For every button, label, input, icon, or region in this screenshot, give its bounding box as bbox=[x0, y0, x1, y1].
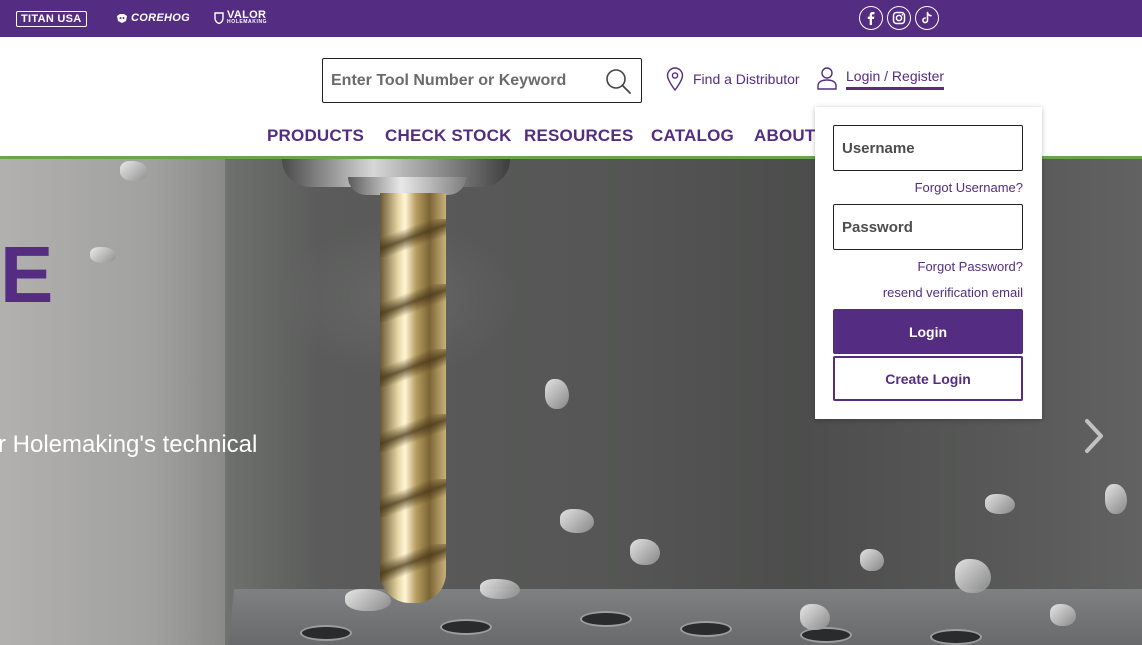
hero-headline: E bbox=[0, 230, 54, 319]
metal-chip bbox=[630, 539, 660, 565]
nav-products[interactable]: PRODUCTS bbox=[267, 126, 364, 146]
username-field[interactable] bbox=[834, 126, 1022, 170]
find-distributor-label: Find a Distributor bbox=[693, 71, 800, 87]
facebook-icon bbox=[867, 12, 875, 25]
metal-chip bbox=[860, 549, 884, 571]
resend-verification-link[interactable]: resend verification email bbox=[883, 285, 1023, 300]
nav-check-stock[interactable]: CHECK STOCK bbox=[385, 126, 512, 146]
metal-chip bbox=[120, 161, 148, 181]
tiktok-icon bbox=[922, 11, 932, 24]
password-field[interactable] bbox=[834, 205, 1022, 249]
metal-chip bbox=[985, 494, 1015, 514]
boar-icon bbox=[117, 13, 127, 23]
hero-subtext: r Holemaking's technical bbox=[0, 431, 258, 458]
forgot-username-link[interactable]: Forgot Username? bbox=[915, 180, 1023, 195]
instagram-icon bbox=[892, 11, 906, 25]
chevron-right-icon[interactable] bbox=[1082, 418, 1106, 454]
login-register-link[interactable]: Login / Register bbox=[816, 66, 945, 90]
valor-holemaking-logo[interactable]: VALOR HOLEMAKING bbox=[214, 10, 268, 25]
metal-chip bbox=[955, 559, 991, 593]
create-login-button[interactable]: Create Login bbox=[833, 356, 1023, 401]
find-distributor-link[interactable]: Find a Distributor bbox=[666, 67, 800, 91]
workpiece-hole bbox=[680, 621, 732, 637]
metal-chip bbox=[800, 604, 830, 630]
metal-chip bbox=[545, 379, 569, 409]
workpiece-hole bbox=[930, 629, 982, 645]
facebook-link[interactable] bbox=[859, 6, 883, 30]
metal-chip bbox=[1050, 604, 1076, 626]
search-icon[interactable] bbox=[604, 67, 632, 95]
drill-flute bbox=[380, 544, 446, 582]
metal-chip bbox=[560, 509, 594, 533]
top-bar: TITAN USA COREHOG VALOR HOLEMAKING bbox=[0, 0, 1142, 37]
metal-chip bbox=[90, 247, 116, 263]
shield-icon bbox=[214, 12, 224, 24]
drill-flute bbox=[380, 219, 446, 257]
metal-chip bbox=[345, 589, 391, 611]
user-icon bbox=[817, 67, 837, 90]
holemaking-label: HOLEMAKING bbox=[227, 19, 268, 25]
forgot-password-link[interactable]: Forgot Password? bbox=[918, 259, 1024, 274]
tiktok-link[interactable] bbox=[915, 6, 939, 30]
create-login-button-label: Create Login bbox=[885, 370, 971, 387]
login-button[interactable]: Login bbox=[833, 309, 1023, 354]
search-input[interactable] bbox=[323, 59, 583, 102]
password-field-wrapper bbox=[833, 204, 1023, 250]
nav-resources[interactable]: RESOURCES bbox=[524, 126, 634, 146]
corehog-label: COREHOG bbox=[131, 12, 190, 24]
username-field-wrapper bbox=[833, 125, 1023, 171]
search-box bbox=[322, 58, 642, 103]
drill-flute bbox=[380, 414, 446, 452]
workpiece-hole bbox=[300, 625, 352, 641]
login-button-label: Login bbox=[908, 323, 948, 340]
drill-flute bbox=[380, 284, 446, 322]
drill-flute bbox=[380, 349, 446, 387]
login-dropdown: Forgot Username? Forgot Password? resend… bbox=[815, 107, 1042, 419]
titan-usa-label: TITAN USA bbox=[21, 13, 82, 25]
workpiece-hole bbox=[440, 619, 492, 635]
map-pin-icon bbox=[666, 67, 684, 91]
login-register-label: Login / Register bbox=[846, 68, 945, 90]
metal-chip bbox=[480, 579, 520, 599]
titan-usa-logo[interactable]: TITAN USA bbox=[16, 11, 87, 27]
workpiece-hole bbox=[580, 611, 632, 627]
instagram-link[interactable] bbox=[887, 6, 911, 30]
corehog-logo[interactable]: COREHOG bbox=[116, 12, 190, 24]
workpiece-hole bbox=[800, 627, 852, 643]
drill-flute bbox=[380, 479, 446, 517]
nav-catalog[interactable]: CATALOG bbox=[651, 126, 734, 146]
metal-chip bbox=[1105, 484, 1127, 514]
